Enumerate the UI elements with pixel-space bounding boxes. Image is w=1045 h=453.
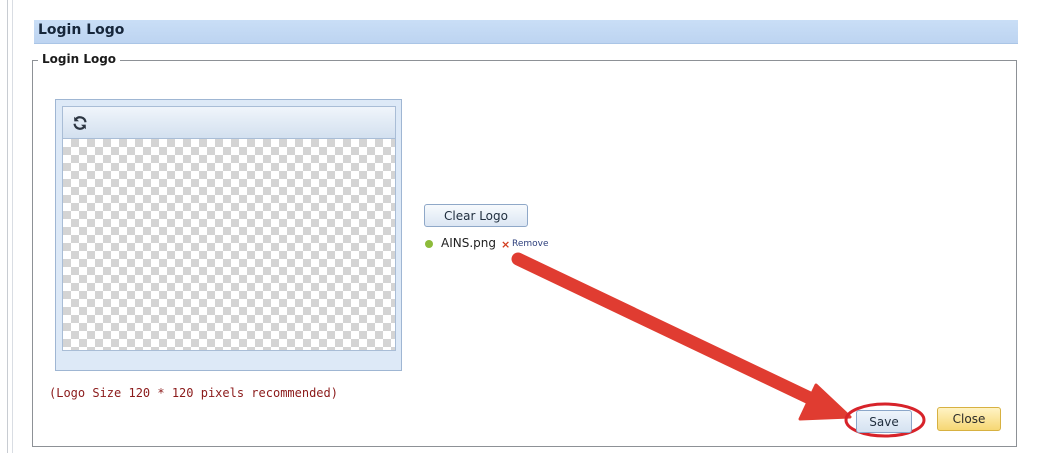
remove-file-link[interactable]: Remove [512,239,549,249]
clear-logo-button[interactable]: Clear Logo [424,204,528,227]
remove-x-icon[interactable]: × [501,238,510,251]
refresh-icon[interactable] [72,115,88,131]
close-button[interactable]: Close [937,407,1001,431]
fieldset-legend: Login Logo [38,52,121,66]
page-title-bar: Login Logo [34,20,1018,44]
logo-size-hint: (Logo Size 120 * 120 pixels recommended) [49,386,338,400]
page-title: Login Logo [38,22,125,38]
logo-preview-canvas [62,139,396,351]
uploaded-file-name: AINS.png [441,236,496,250]
save-button[interactable]: Save [856,410,912,433]
logo-toolbar [62,106,396,139]
logo-editor-panel [55,99,402,371]
upload-status-dot [425,240,433,248]
left-rail [0,0,13,453]
